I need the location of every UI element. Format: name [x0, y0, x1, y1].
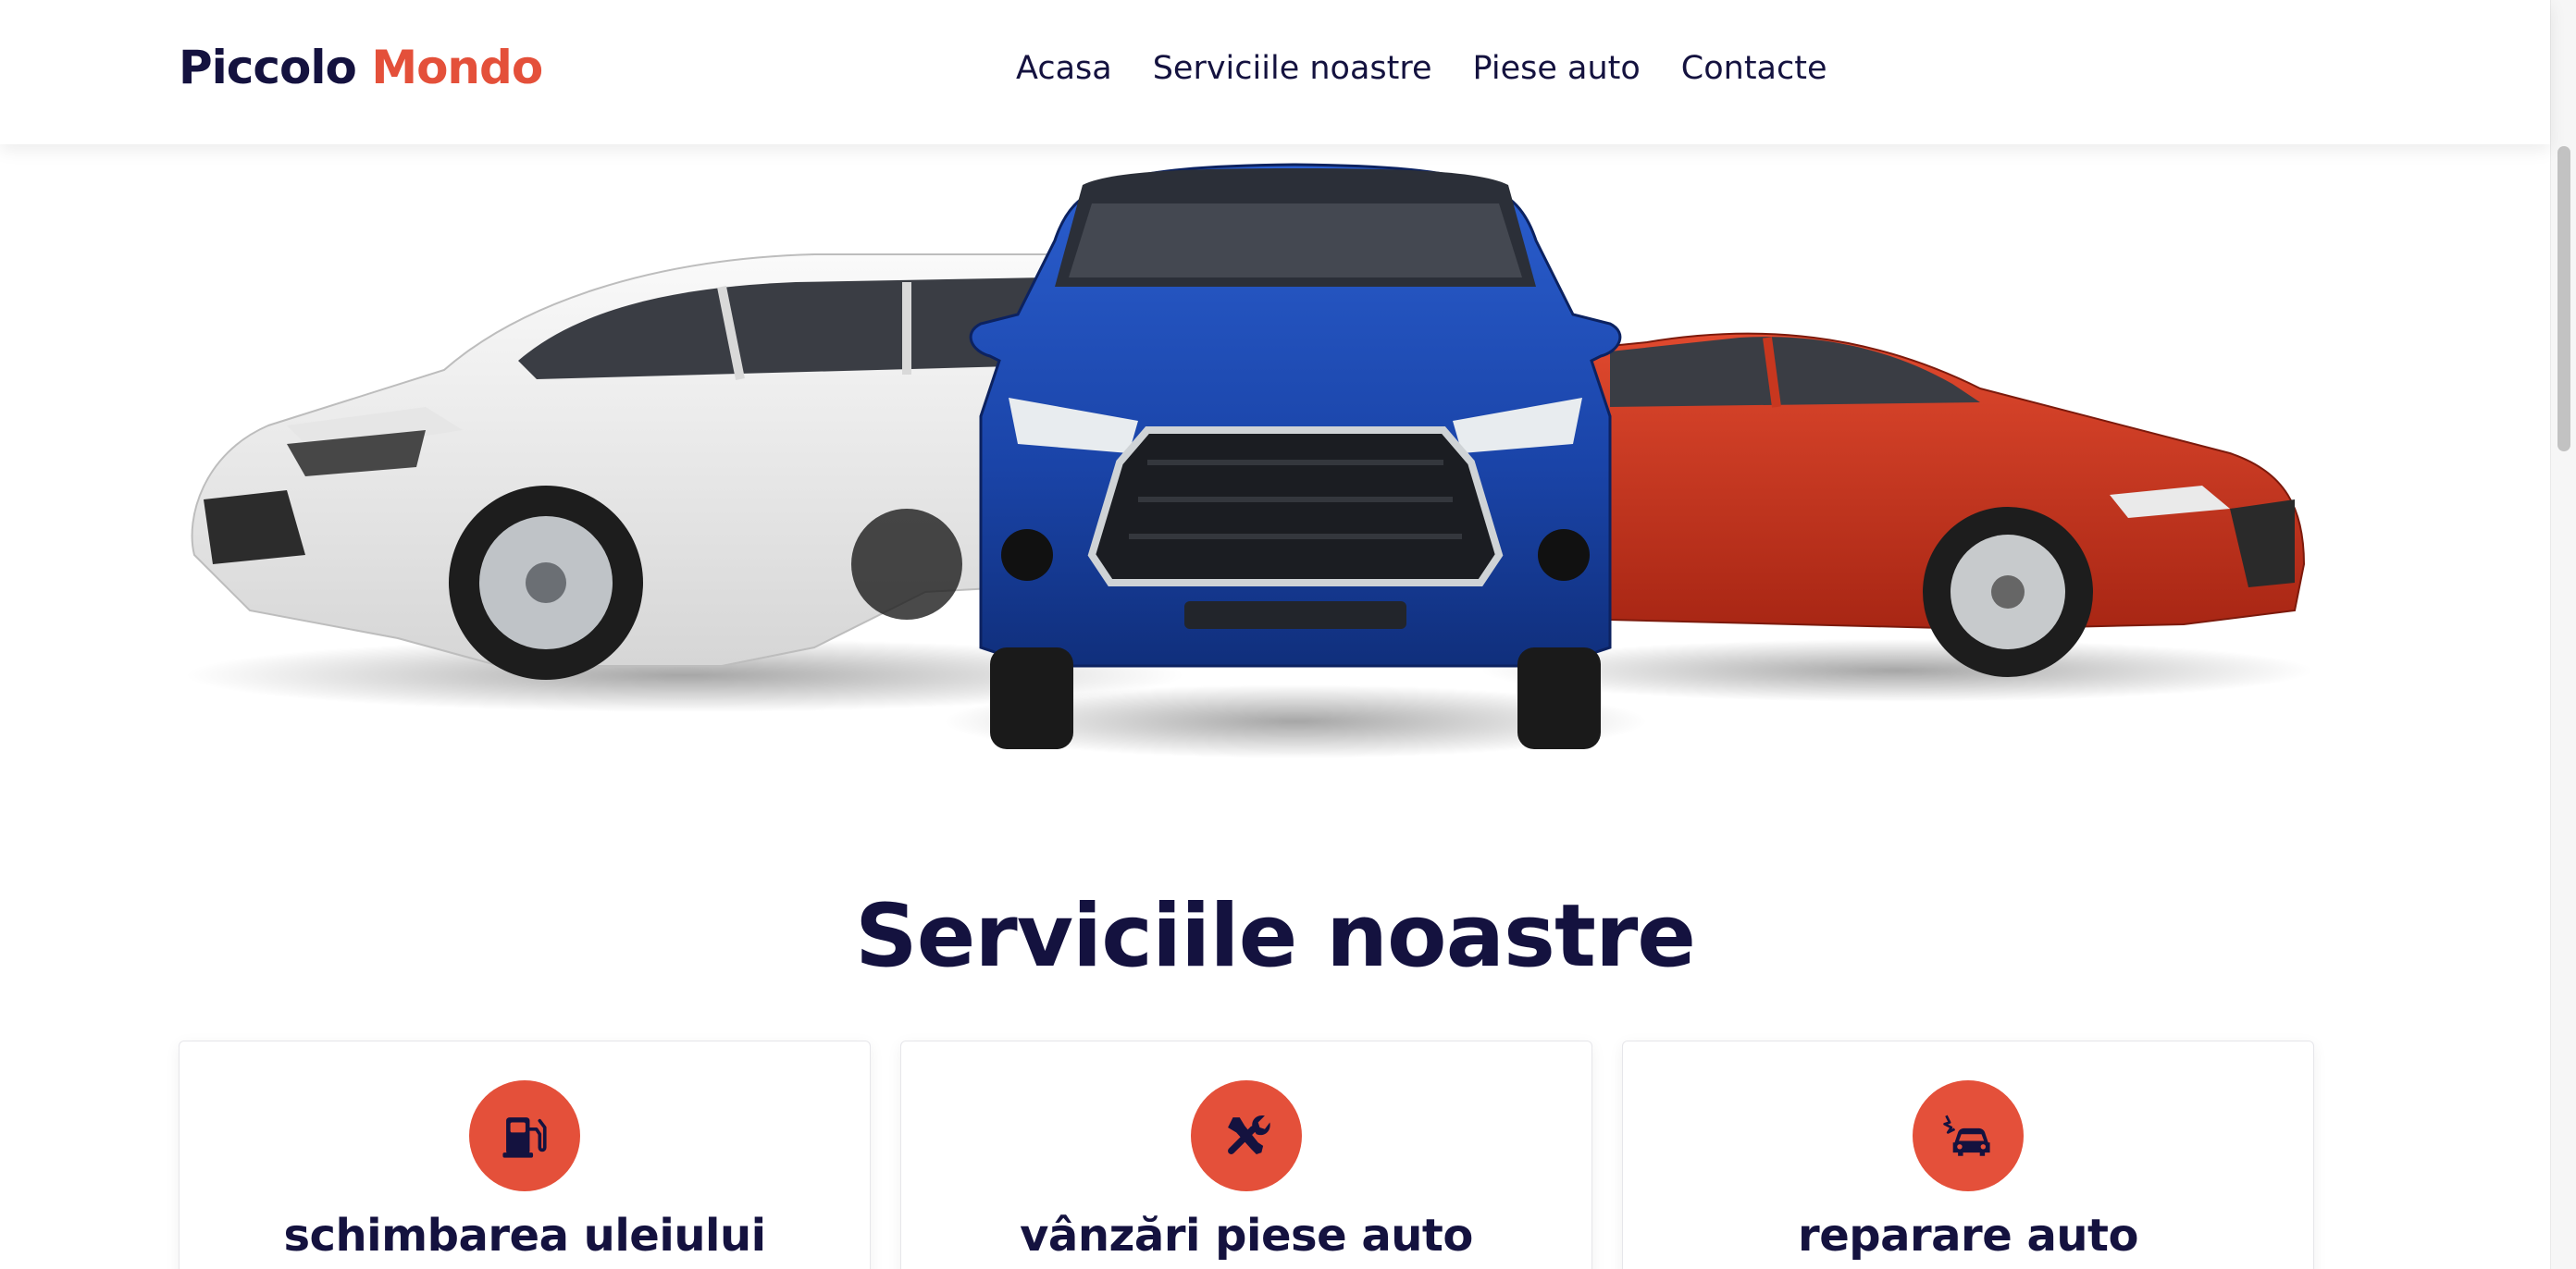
service-card-oil[interactable]: schimbarea uleiului: [179, 1041, 871, 1269]
nav-link-servicii[interactable]: Serviciile noastre: [1153, 50, 1432, 87]
service-card-repair[interactable]: reparare auto: [1622, 1041, 2314, 1269]
fuel-pump-icon: [469, 1080, 580, 1191]
service-card-parts[interactable]: vânzări piese auto: [900, 1041, 1592, 1269]
service-card-title: vânzări piese auto: [1020, 1210, 1473, 1262]
services-title-rest: noastre: [1326, 886, 1696, 987]
service-card-title: schimbarea uleiului: [283, 1210, 766, 1262]
nav-link-contacte[interactable]: Contacte: [1681, 50, 1827, 87]
scrollbar-thumb[interactable]: [2557, 146, 2570, 451]
brand-first-word: Piccolo: [179, 41, 357, 94]
service-card-title: reparare auto: [1798, 1210, 2138, 1262]
page-scrollbar[interactable]: [2550, 0, 2576, 1269]
blue-suv: [969, 163, 1622, 749]
nav-link-piese[interactable]: Piese auto: [1473, 50, 1641, 87]
car-crash-icon: [1913, 1080, 2024, 1191]
services-title: Serviciile noastre: [0, 886, 2550, 987]
tools-icon: [1191, 1080, 1302, 1191]
site-header: Piccolo Mondo Acasa Serviciile noastre P…: [0, 0, 2550, 144]
hero-cars-image: [167, 148, 2332, 777]
red-sedan: [1554, 332, 2306, 677]
main-nav: Acasa Serviciile noastre Piese auto Cont…: [1016, 50, 1827, 87]
nav-link-acasa[interactable]: Acasa: [1016, 50, 1112, 87]
cars-illustration: [185, 163, 2313, 758]
services-title-highlight: Serviciile: [854, 886, 1297, 987]
brand-second-word: Mondo: [371, 41, 543, 94]
brand-logo[interactable]: Piccolo Mondo: [179, 41, 543, 94]
white-suv: [191, 253, 1093, 680]
